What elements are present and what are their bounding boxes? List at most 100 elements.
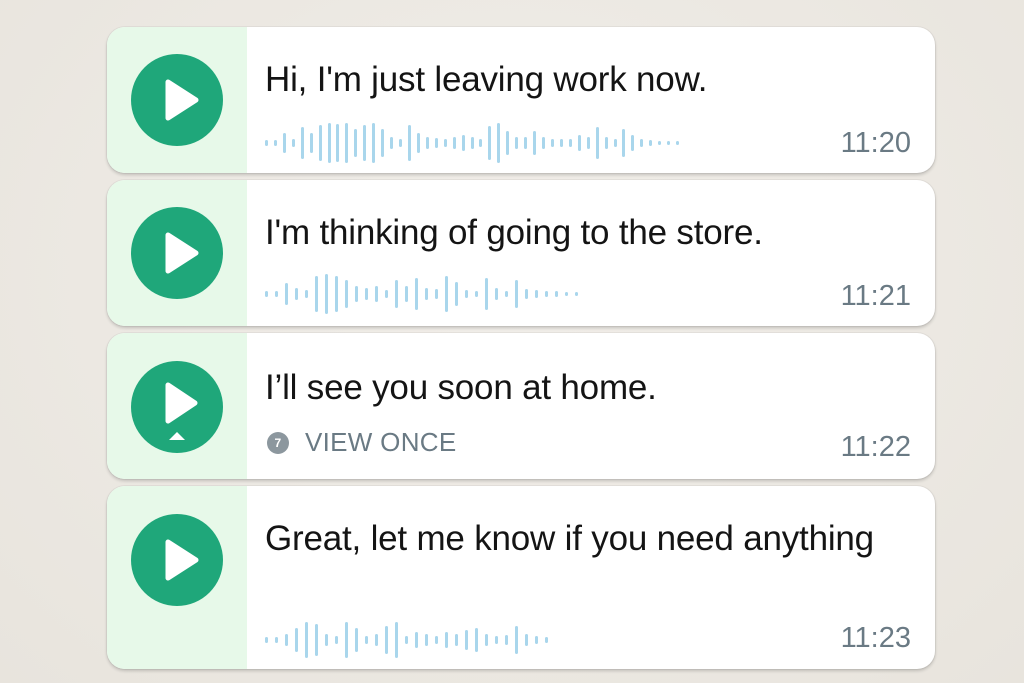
audio-waveform[interactable] <box>265 620 555 660</box>
waveform-bar <box>425 634 428 646</box>
waveform-bar <box>586 137 590 149</box>
waveform-bar <box>676 140 680 146</box>
waveform-bar <box>355 628 358 652</box>
play-button[interactable] <box>131 514 223 606</box>
waveform-bar <box>295 288 298 300</box>
waveform-bar <box>506 131 510 155</box>
message-text: I’ll see you soon at home. <box>265 368 657 407</box>
waveform-bar <box>405 636 408 644</box>
play-icon <box>165 232 199 274</box>
waveform-bar <box>461 135 465 151</box>
waveform-bar <box>325 274 328 314</box>
waveform-bar <box>649 140 653 146</box>
waveform-bar <box>542 137 546 149</box>
waveform-bar <box>613 139 617 147</box>
message-text: I'm thinking of going to the store. <box>265 213 763 252</box>
waveform-bar <box>309 133 313 153</box>
waveform-bar <box>443 139 447 147</box>
waveform-bar <box>568 139 572 147</box>
waveform-bar <box>399 139 403 147</box>
waveform-bar <box>273 140 277 146</box>
waveform-bar <box>667 140 671 146</box>
waveform-bar <box>335 636 338 644</box>
waveform-bar <box>354 129 358 157</box>
voice-message[interactable]: Great, let me know if you need anything … <box>107 486 935 669</box>
waveform-bar <box>452 137 456 149</box>
message-timestamp: 11:20 <box>840 127 911 159</box>
waveform-bar <box>365 288 368 300</box>
audio-waveform[interactable] <box>265 123 685 163</box>
waveform-bar <box>465 630 468 650</box>
waveform-bar <box>495 288 498 300</box>
waveform-bar <box>295 628 298 652</box>
waveform-bar <box>415 278 418 310</box>
waveform-bar <box>425 288 428 300</box>
waveform-bar <box>465 290 468 298</box>
waveform-bar <box>455 634 458 646</box>
waveform-bar <box>315 276 318 312</box>
waveform-bar <box>345 123 349 163</box>
waveform-bar <box>565 291 568 297</box>
waveform-bar <box>407 125 411 161</box>
waveform-bar <box>375 286 378 302</box>
waveform-bar <box>372 123 376 163</box>
waveform-bar <box>455 282 458 306</box>
waveform-bar <box>435 289 438 299</box>
waveform-bar <box>622 129 626 157</box>
waveform-bar <box>475 291 478 297</box>
audio-waveform[interactable] <box>265 274 585 314</box>
waveform-bar <box>318 125 322 161</box>
play-button[interactable] <box>131 54 223 146</box>
waveform-bar <box>435 636 438 644</box>
waveform-bar <box>505 635 508 645</box>
waveform-bar <box>515 280 518 308</box>
waveform-bar <box>577 135 581 151</box>
waveform-bar <box>475 628 478 652</box>
voice-message[interactable]: I'm thinking of going to the store. 11:2… <box>107 180 935 326</box>
waveform-bar <box>345 280 348 308</box>
waveform-bar <box>395 280 398 308</box>
waveform-bar <box>575 291 578 297</box>
waveform-bar <box>365 636 368 644</box>
waveform-bar <box>545 291 548 297</box>
waveform-bar <box>405 286 408 302</box>
waveform-bar <box>479 139 483 147</box>
play-icon <box>165 79 199 121</box>
waveform-bar <box>336 124 340 162</box>
waveform-bar <box>390 137 394 149</box>
voice-message-view-once[interactable]: I’ll see you soon at home. 7 VIEW ONCE 1… <box>107 333 935 479</box>
waveform-bar <box>640 139 644 147</box>
voice-message[interactable]: Hi, I'm just leaving work now. 11:20 <box>107 27 935 173</box>
waveform-bar <box>445 276 448 312</box>
waveform-bar <box>305 290 308 298</box>
waveform-bar <box>395 622 398 658</box>
message-timestamp: 11:23 <box>840 622 911 654</box>
view-once-indicator: 7 VIEW ONCE <box>267 427 457 458</box>
waveform-bar <box>265 291 268 297</box>
play-once-button[interactable] <box>131 361 223 453</box>
waveform-bar <box>325 634 328 646</box>
waveform-bar <box>291 139 295 147</box>
waveform-bar <box>555 291 558 297</box>
play-button[interactable] <box>131 207 223 299</box>
waveform-bar <box>385 626 388 654</box>
play-once-icon <box>165 382 198 440</box>
message-text: Great, let me know if you need anything <box>265 519 874 558</box>
view-once-icon: 7 <box>267 431 289 454</box>
waveform-bar <box>375 634 378 646</box>
waveform-bar <box>525 634 528 646</box>
waveform-bar <box>305 622 308 658</box>
waveform-bar <box>285 283 288 305</box>
waveform-bar <box>525 289 528 299</box>
waveform-bar <box>445 632 448 648</box>
waveform-bar <box>535 636 538 644</box>
waveform-bar <box>535 290 538 298</box>
waveform-bar <box>434 138 438 148</box>
waveform-bar <box>335 276 338 312</box>
waveform-bar <box>363 125 367 161</box>
waveform-bar <box>345 622 348 658</box>
waveform-bar <box>533 131 537 155</box>
waveform-bar <box>505 291 508 297</box>
waveform-bar <box>515 137 519 149</box>
waveform-bar <box>315 624 318 656</box>
